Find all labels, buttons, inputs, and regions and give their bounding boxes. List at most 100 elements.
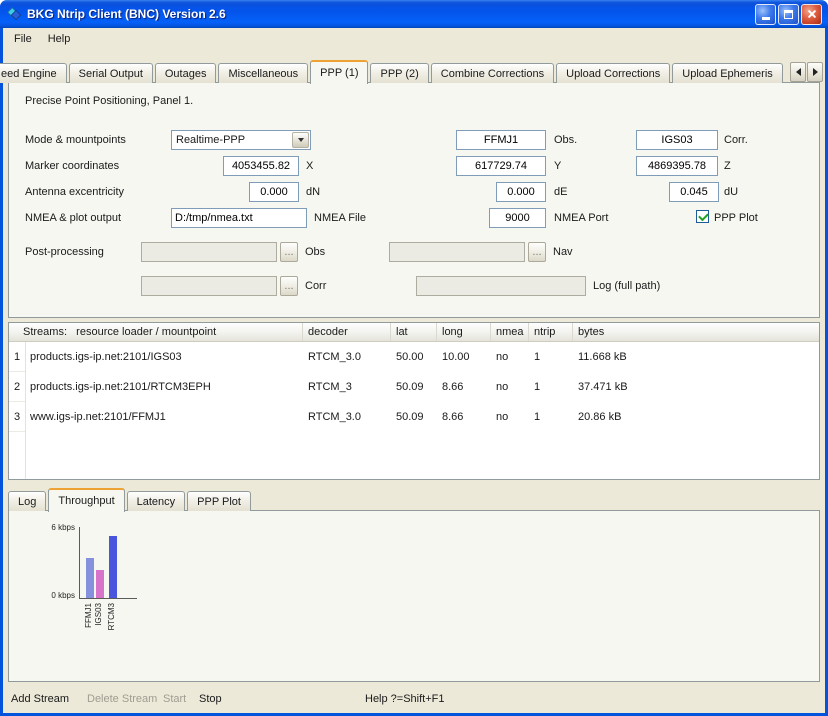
mode-combobox[interactable]: Realtime-PPP	[171, 130, 311, 150]
post-obs-input	[141, 242, 277, 262]
tab-scroll-left-button[interactable]	[790, 62, 806, 82]
chart-bar-igs03	[96, 570, 104, 598]
tab-throughput[interactable]: Throughput	[48, 488, 124, 512]
col-header-ntrip: ntrip	[529, 323, 573, 341]
post-log-input	[416, 276, 586, 296]
titlebar[interactable]: BKG Ntrip Client (BNC) Version 2.6	[0, 0, 828, 28]
minimize-icon	[762, 17, 770, 20]
right-arrow-icon	[813, 68, 818, 76]
close-icon	[806, 8, 818, 20]
mode-combobox-value: Realtime-PPP	[172, 134, 291, 146]
marker-y-input[interactable]	[456, 156, 546, 176]
chart-xlabel: IGS03	[94, 603, 103, 626]
table-row[interactable]: 1 products.igs-ip.net:2101/IGS03 RTCM_3.…	[9, 342, 819, 372]
tab-ppp-2[interactable]: PPP (2)	[370, 63, 428, 83]
antenna-de-input[interactable]	[496, 182, 546, 202]
antenna-du-input[interactable]	[669, 182, 719, 202]
panel-title: Precise Point Positioning, Panel 1.	[25, 95, 193, 107]
col-header-nmea: nmea	[491, 323, 529, 341]
cell-lat: 50.00	[391, 351, 437, 363]
cell-lat: 50.09	[391, 411, 437, 423]
antenna-excentricity-label: Antenna excentricity	[25, 185, 124, 199]
tab-feed-engine[interactable]: eed Engine	[0, 63, 67, 83]
cell-lat: 50.09	[391, 381, 437, 393]
marker-z-input[interactable]	[636, 156, 718, 176]
cell-nmea: no	[491, 411, 529, 423]
bottom-toolbar: Add Stream Delete Stream Start Stop Help…	[3, 686, 825, 713]
tab-upload-ephemeris[interactable]: Upload Ephemeris	[672, 63, 783, 83]
delete-stream-button: Delete Stream	[87, 693, 157, 705]
cell-decoder: RTCM_3.0	[303, 351, 391, 363]
menu-file[interactable]: File	[6, 30, 40, 48]
maximize-button[interactable]	[778, 4, 799, 25]
ppp-plot-label: PPP Plot	[714, 211, 758, 225]
col-header-bytes: bytes	[573, 323, 819, 341]
ppp-plot-checkbox[interactable]	[696, 210, 709, 223]
streams-table-header: Streams: resource loader / mountpoint de…	[9, 323, 819, 342]
throughput-pane: 6 kbps 0 kbps FFMJ1IGS03RTCM3	[8, 510, 820, 682]
throughput-plot	[79, 527, 137, 599]
tab-latency[interactable]: Latency	[127, 491, 186, 511]
post-obs-label: Obs	[305, 245, 325, 259]
post-corr-label: Corr	[305, 279, 326, 293]
tab-log[interactable]: Log	[8, 491, 46, 511]
tab-upload-corrections[interactable]: Upload Corrections	[556, 63, 670, 83]
chart-xlabel: RTCM3	[107, 603, 116, 630]
menubar: File Help	[3, 28, 825, 50]
nmea-file-input[interactable]	[171, 208, 307, 228]
du-label: dU	[724, 185, 738, 199]
cell-ntrip: 1	[529, 381, 573, 393]
obs-label: Obs.	[554, 133, 577, 147]
chart-xlabel: FFMJ1	[84, 603, 93, 628]
nmea-plot-output-label: NMEA & plot output	[25, 211, 121, 225]
y-label: Y	[554, 159, 561, 173]
combobox-dropdown-button[interactable]	[292, 132, 309, 148]
cell-long: 8.66	[437, 381, 491, 393]
client-area: File Help eed Engine Serial Output Outag…	[3, 28, 825, 713]
z-label: Z	[724, 159, 731, 173]
de-label: dE	[554, 185, 567, 199]
obs-mountpoint-input[interactable]	[456, 130, 546, 150]
mode-mountpoints-label: Mode & mountpoints	[25, 133, 126, 147]
tab-ppp-1[interactable]: PPP (1)	[310, 60, 368, 84]
app-icon	[6, 6, 22, 22]
window-title: BKG Ntrip Client (BNC) Version 2.6	[22, 7, 753, 21]
cell-decoder: RTCM_3	[303, 381, 391, 393]
tab-ppp-plot[interactable]: PPP Plot	[187, 491, 251, 511]
add-stream-button[interactable]: Add Stream	[11, 693, 69, 705]
table-row[interactable]: 3 www.igs-ip.net:2101/FFMJ1 RTCM_3.0 50.…	[9, 402, 819, 432]
menu-help[interactable]: Help	[40, 30, 79, 48]
nmea-port-input[interactable]	[489, 208, 546, 228]
minimize-button[interactable]	[755, 4, 776, 25]
ppp-panel: Precise Point Positioning, Panel 1. Mode…	[8, 82, 820, 318]
tab-serial-output[interactable]: Serial Output	[69, 63, 153, 83]
cell-long: 10.00	[437, 351, 491, 363]
dn-label: dN	[306, 185, 320, 199]
start-button: Start	[163, 693, 186, 705]
post-corr-input	[141, 276, 277, 296]
col-header-mountpoint: Streams: resource loader / mountpoint	[9, 323, 303, 341]
chart-bar-ffmj1	[86, 558, 94, 598]
cell-bytes: 11.668 kB	[573, 351, 819, 363]
table-row[interactable]: 2 products.igs-ip.net:2101/RTCM3EPH RTCM…	[9, 372, 819, 402]
nmea-file-label: NMEA File	[314, 211, 366, 225]
window-controls	[753, 4, 822, 25]
cell-nmea: no	[491, 351, 529, 363]
tab-combine-corrections[interactable]: Combine Corrections	[431, 63, 554, 83]
post-nav-input	[389, 242, 525, 262]
tab-outages[interactable]: Outages	[155, 63, 217, 83]
marker-x-input[interactable]	[223, 156, 299, 176]
cell-decoder: RTCM_3.0	[303, 411, 391, 423]
stop-button[interactable]: Stop	[199, 693, 222, 705]
tab-miscellaneous[interactable]: Miscellaneous	[218, 63, 308, 83]
close-button[interactable]	[801, 4, 822, 25]
cell-long: 8.66	[437, 411, 491, 423]
corr-mountpoint-input[interactable]	[636, 130, 718, 150]
post-nav-label: Nav	[553, 245, 573, 259]
bottom-tabbar: Log Throughput Latency PPP Plot	[8, 486, 253, 511]
tab-scroll-right-button[interactable]	[807, 62, 823, 82]
antenna-dn-input[interactable]	[249, 182, 299, 202]
top-tabbar: eed Engine Serial Output Outages Miscell…	[3, 58, 785, 83]
cell-ntrip: 1	[529, 411, 573, 423]
left-arrow-icon	[796, 68, 801, 76]
